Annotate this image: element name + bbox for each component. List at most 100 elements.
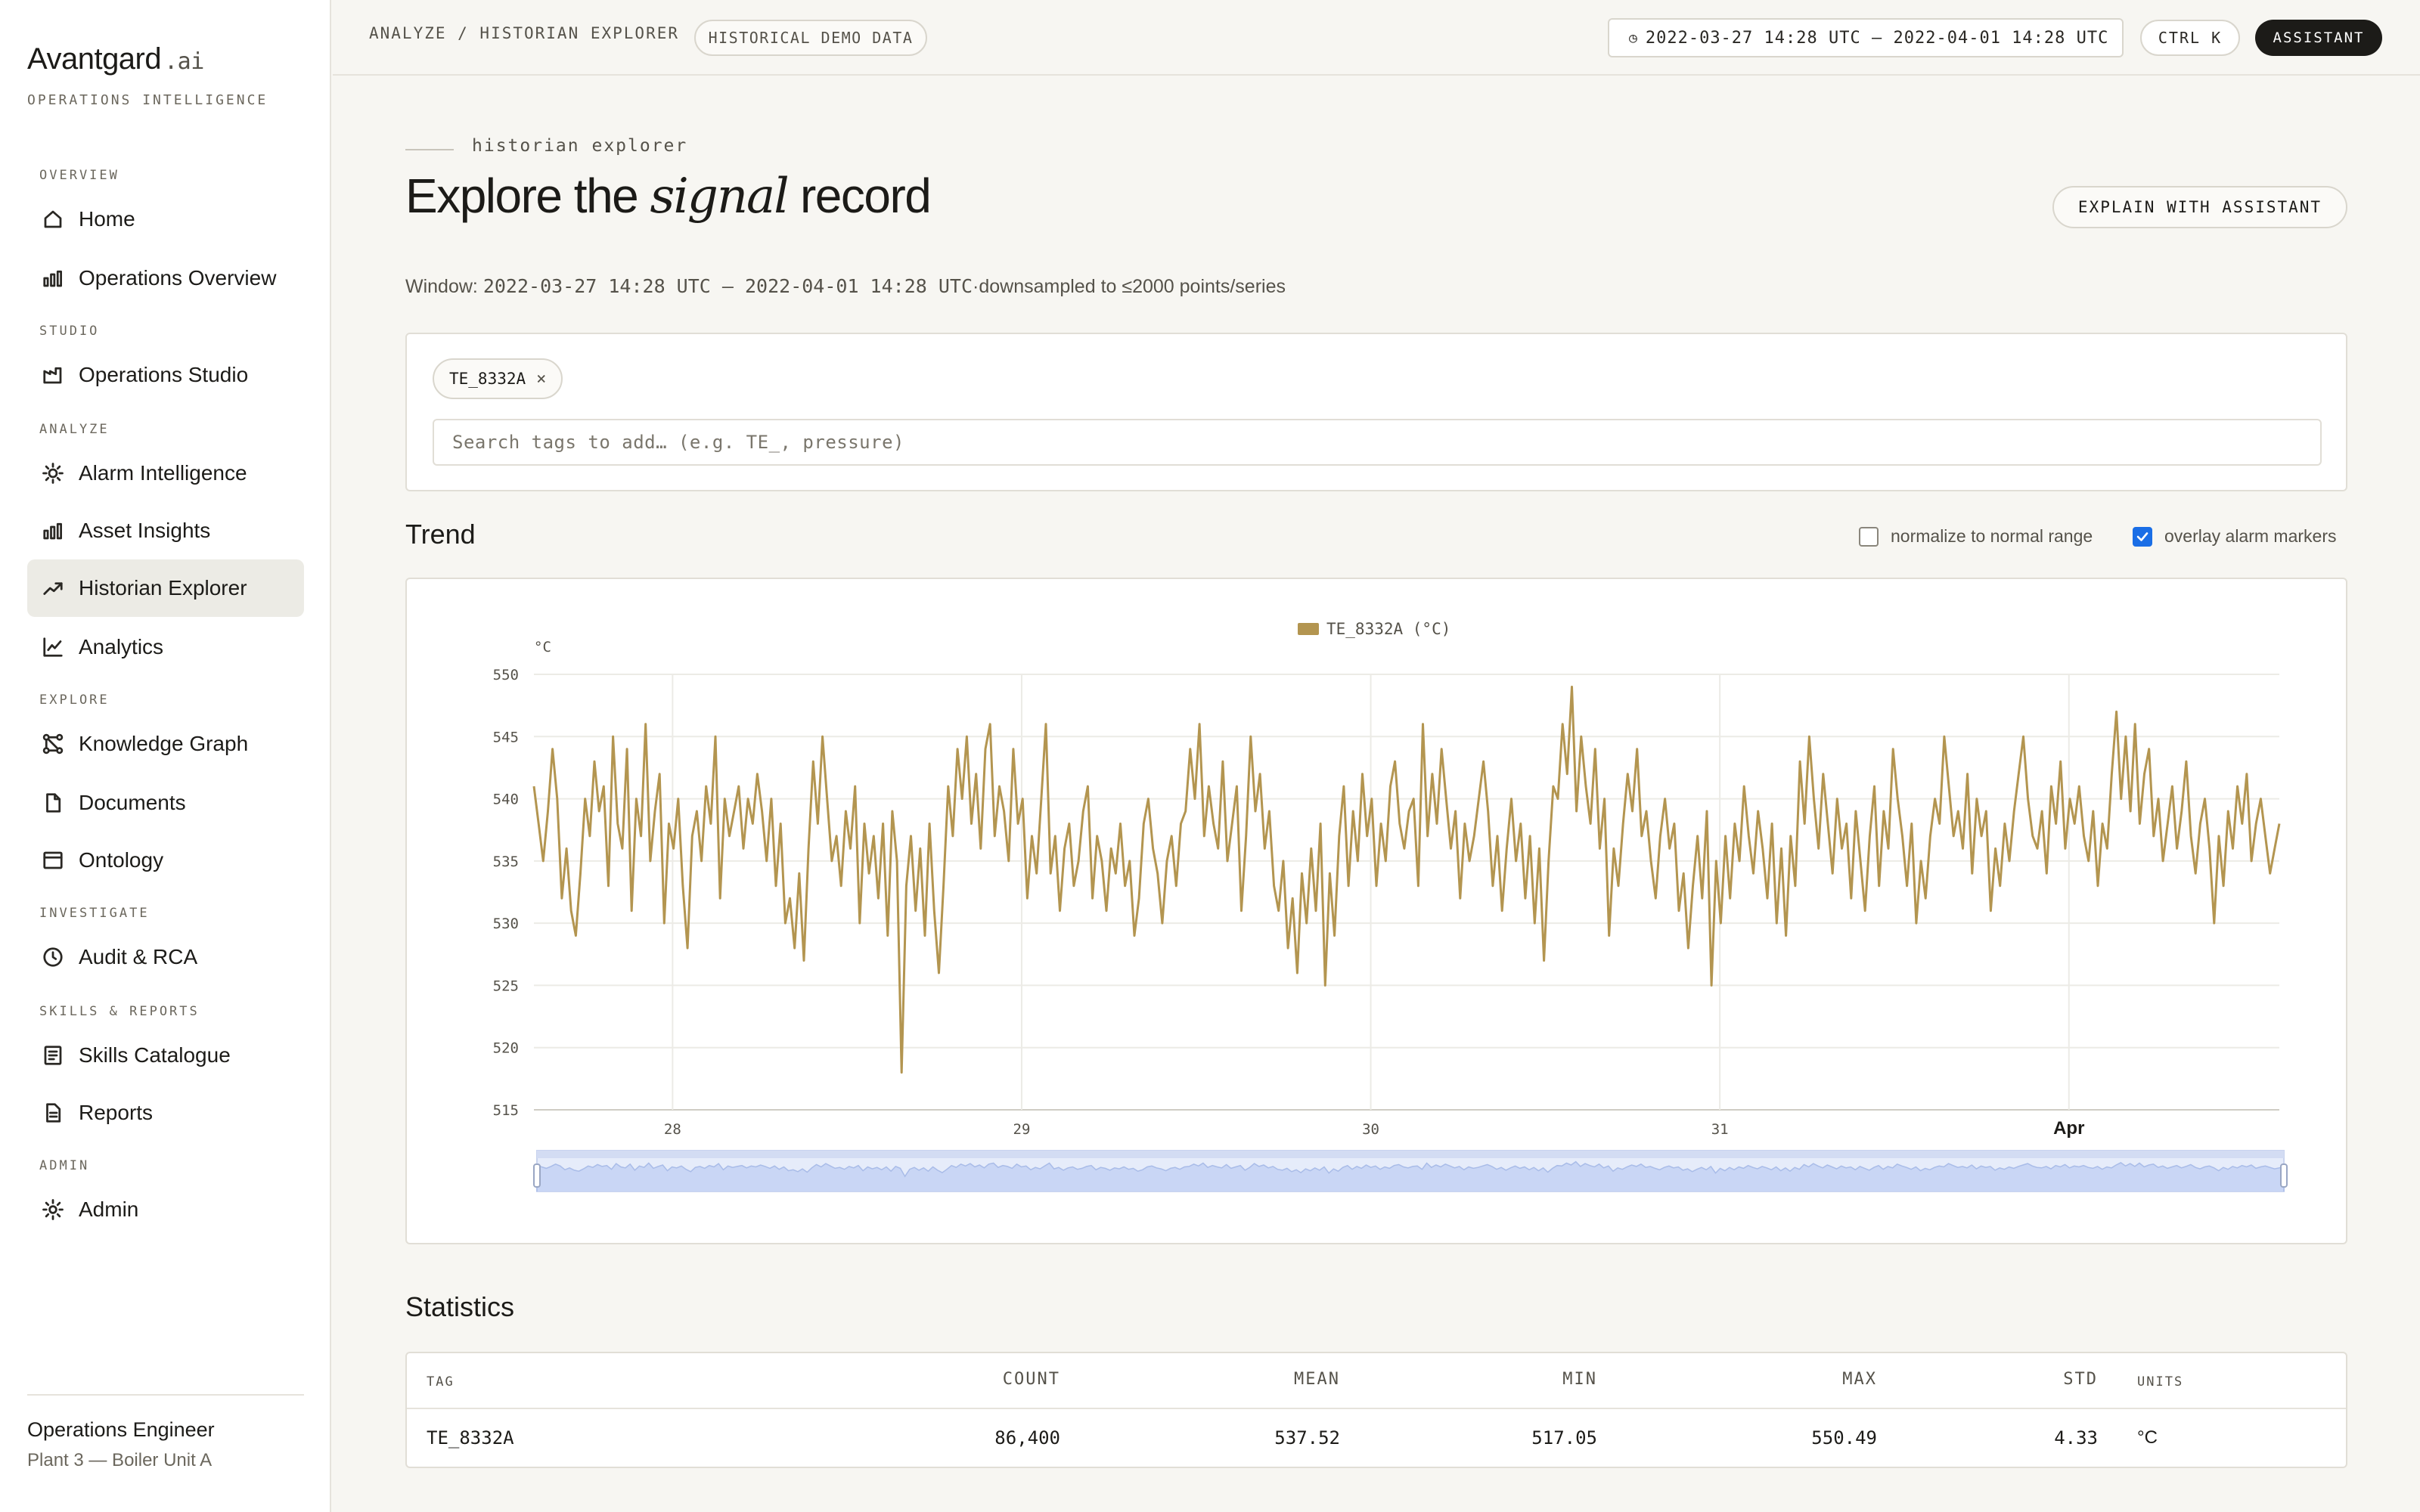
sun-icon — [41, 461, 65, 485]
normalize-toggle[interactable]: normalize to normal range — [1859, 526, 2093, 547]
sidebar-item-asset-insights[interactable]: Asset Insights — [27, 502, 304, 559]
sidebar-item-label: Audit & RCA — [79, 945, 198, 968]
column-header-std: STD — [2063, 1370, 2098, 1389]
nav-section-analyze: ANALYZE — [39, 422, 110, 437]
zoom-handle-right[interactable] — [2280, 1163, 2288, 1188]
cell-tag: TE_8332A — [427, 1427, 514, 1448]
trend-chart[interactable]: 550 545 540 535 530 525 520 515 °C 28 29 30 31 Apr TE… — [407, 579, 2346, 1243]
top-bar: ANALYZE / HISTORIAN EXPLORER HISTORICAL … — [333, 0, 2420, 76]
nav-section-studio: STUDIO — [39, 324, 100, 339]
line-chart-icon — [41, 635, 65, 659]
statistics-title: Statistics — [405, 1291, 515, 1322]
breadcrumb: ANALYZE / HISTORIAN EXPLORER — [369, 24, 680, 42]
sidebar-item-audit-rca[interactable]: Audit & RCA — [27, 928, 304, 986]
sidebar-item-reports[interactable]: Reports — [27, 1084, 304, 1142]
sidebar-item-historian-explorer[interactable]: Historian Explorer — [27, 559, 304, 617]
nav-section-overview: OVERVIEW — [39, 168, 119, 183]
tag-chip-label: TE_8332A — [449, 370, 526, 388]
table-header: TAG COUNT MEAN MIN MAX STD UNITS — [407, 1353, 2346, 1409]
clock-icon — [41, 945, 65, 969]
page-eyebrow: historian explorer — [472, 136, 688, 156]
tag-search-input[interactable] — [433, 419, 2322, 466]
sidebar-item-label: Knowledge Graph — [79, 732, 249, 755]
sidebar-item-label: Operations Overview — [79, 266, 277, 290]
cell-max: 550.49 — [1811, 1427, 1877, 1448]
y-tick-label: 530 — [493, 916, 519, 932]
eyebrow-rule — [405, 149, 454, 150]
zoom-drag-bar[interactable] — [537, 1151, 2284, 1158]
normalize-checkbox[interactable] — [1859, 526, 1879, 547]
sidebar: Avantgard .ai OPERATIONS INTELLIGENCE OVE… — [0, 0, 331, 1512]
factory-icon — [41, 363, 65, 387]
graph-nodes-icon — [41, 732, 65, 756]
x-tick-label: 29 — [1013, 1121, 1031, 1138]
sidebar-item-operations-studio[interactable]: Operations Studio — [27, 346, 304, 404]
cell-units: °C — [2137, 1427, 2158, 1448]
brand-logo[interactable]: Avantgard .ai — [27, 42, 204, 76]
sidebar-divider — [27, 1394, 304, 1396]
nav-section-skills-reports: SKILLS & REPORTS — [39, 1004, 200, 1019]
brand-suffix: .ai — [164, 48, 204, 75]
column-header-count: COUNT — [1002, 1370, 1060, 1389]
assistant-button[interactable]: ASSISTANT — [2255, 20, 2382, 56]
window-range: 2022-03-27 14:28 UTC – 2022-04-01 14:28 … — [482, 275, 973, 297]
nav-section-admin: ADMIN — [39, 1158, 90, 1173]
sidebar-item-admin[interactable]: Admin — [27, 1181, 304, 1238]
column-header-mean: MEAN — [1294, 1370, 1340, 1389]
sidebar-item-label: Home — [79, 207, 135, 231]
normalize-label: normalize to normal range — [1891, 526, 2093, 546]
x-tick-label: Apr — [2053, 1118, 2084, 1139]
trend-title: Trend — [405, 519, 476, 550]
sidebar-item-label: Analytics — [79, 635, 164, 658]
bar-chart-icon — [41, 519, 65, 543]
y-axis-unit-label: °C — [534, 639, 551, 655]
demo-data-badge: HISTORICAL DEMO DATA — [694, 20, 927, 56]
home-icon — [41, 207, 65, 231]
statistics-table: TAG COUNT MEAN MIN MAX STD UNITS TE_8332… — [405, 1352, 2347, 1468]
title-end: record — [787, 169, 932, 223]
sidebar-item-label: Historian Explorer — [79, 576, 247, 600]
sidebar-item-home[interactable]: Home — [27, 191, 304, 248]
sidebar-item-skills-catalogue[interactable]: Skills Catalogue — [27, 1027, 304, 1084]
y-tick-label: 535 — [493, 854, 519, 870]
overlay-alarms-label: overlay alarm markers — [2164, 526, 2337, 546]
explain-with-assistant-button[interactable]: EXPLAIN WITH ASSISTANT — [2052, 186, 2347, 228]
trend-chart-panel: 550 545 540 535 530 525 520 515 °C 28 29 30 31 Apr TE… — [405, 578, 2347, 1244]
sidebar-item-analytics[interactable]: Analytics — [27, 618, 304, 676]
sidebar-item-label: Operations Studio — [79, 363, 249, 386]
overlay-alarms-toggle[interactable]: overlay alarm markers — [2133, 526, 2337, 547]
sidebar-item-knowledge-graph[interactable]: Knowledge Graph — [27, 715, 304, 773]
window-suffix: ·downsampled to ≤2000 points/series — [973, 276, 1286, 297]
column-header-min: MIN — [1562, 1370, 1597, 1389]
sidebar-item-documents[interactable]: Documents — [27, 774, 304, 832]
command-palette-shortcut[interactable]: CTRL K — [2140, 20, 2240, 56]
zoom-handle-left[interactable] — [533, 1163, 541, 1188]
nav-section-explore: EXPLORE — [39, 692, 110, 708]
column-header-tag: TAG — [427, 1374, 455, 1390]
window-label: Window: — [405, 276, 483, 297]
sidebar-item-label: Reports — [79, 1101, 154, 1124]
y-tick-label: 525 — [493, 978, 519, 994]
checkmark-icon — [2136, 531, 2149, 541]
y-tick-label: 515 — [493, 1102, 519, 1119]
remove-tag-icon[interactable]: × — [536, 370, 546, 389]
title-emphasis: signal — [650, 169, 790, 225]
cell-std: 4.33 — [2054, 1427, 2098, 1448]
cell-min: 517.05 — [1531, 1427, 1597, 1448]
sidebar-item-ontology[interactable]: Ontology — [27, 832, 304, 889]
time-range-picker[interactable]: ◷ 2022-03-27 14:28 UTC – 2022-04-01 14:2… — [1608, 18, 2124, 57]
bar-chart-icon — [41, 266, 65, 290]
brand-subtitle: OPERATIONS INTELLIGENCE — [27, 92, 268, 108]
x-tick-label: 30 — [1362, 1121, 1379, 1138]
sidebar-item-label: Admin — [79, 1198, 139, 1221]
page-title: Explore the signal record — [405, 168, 932, 225]
report-icon — [41, 1101, 65, 1125]
y-tick-label: 540 — [493, 792, 519, 808]
sidebar-item-alarm-intelligence[interactable]: Alarm Intelligence — [27, 445, 304, 502]
sidebar-item-label: Asset Insights — [79, 519, 211, 542]
sidebar-item-operations-overview[interactable]: Operations Overview — [27, 249, 304, 307]
brand-name: Avantgard — [27, 42, 162, 76]
tag-chip[interactable]: TE_8332A × — [433, 358, 563, 399]
tag-selector-panel: TE_8332A × — [405, 333, 2347, 491]
overlay-alarms-checkbox[interactable] — [2133, 526, 2152, 547]
